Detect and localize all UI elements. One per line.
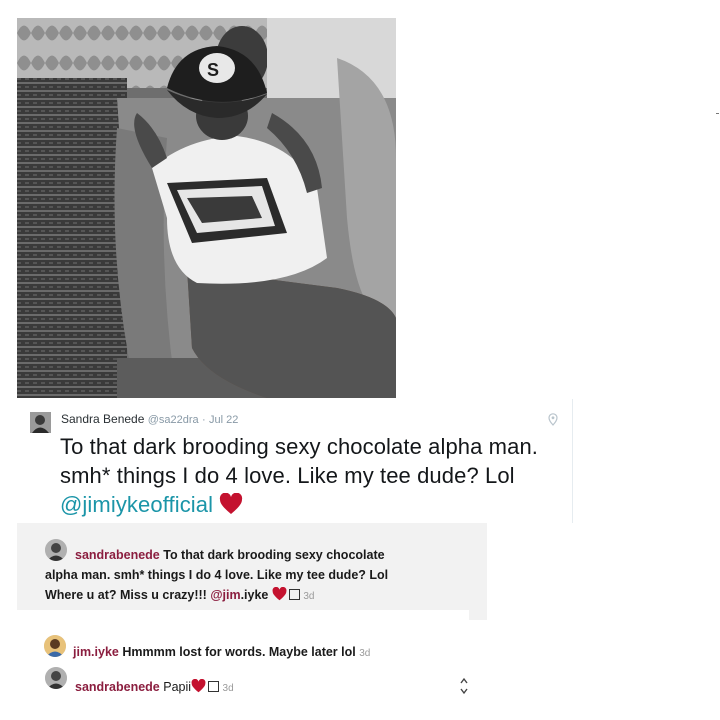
tweet-text-body: To that dark brooding sexy chocolate alp… <box>60 434 538 488</box>
comment-mention-suffix: .iyke <box>240 588 269 602</box>
comment-text: Papii <box>159 680 192 694</box>
avatar[interactable] <box>30 412 51 433</box>
tweet-mention-link[interactable]: @jimiykeofficial <box>60 492 213 517</box>
comment-username[interactable]: sandrabenede <box>75 548 160 562</box>
comment-username[interactable]: jim.iyke <box>73 645 119 659</box>
comment-item: jim.iyke Hmmmm lost for words. Maybe lat… <box>73 642 473 664</box>
comment-item: sandrabenede Papii 3d <box>75 677 455 699</box>
stray-mark <box>716 113 719 114</box>
comment-text: Where u at? Miss u crazy!!! <box>45 588 211 602</box>
heart-icon <box>272 586 287 607</box>
tweet-separator: · <box>202 414 206 426</box>
more-options-icon[interactable] <box>460 673 468 699</box>
tweet-card: Sandra Benede @sa22dra · Jul 22 To that … <box>17 399 573 523</box>
comment-text: Hmmmm lost for words. Maybe later lol <box>118 645 356 659</box>
tweet-header: Sandra Benede @sa22dra · Jul 22 <box>61 412 238 426</box>
tweet-author-handle[interactable]: @sa22dra <box>148 414 199 426</box>
post-photo: S <box>17 18 396 398</box>
svg-text:S: S <box>207 60 219 80</box>
heart-icon <box>191 678 206 699</box>
missing-glyph-icon <box>288 589 300 600</box>
tweet-text: To that dark brooding sexy chocolate alp… <box>60 432 560 522</box>
avatar[interactable] <box>45 667 67 689</box>
comment-text-line: alpha man. smh* things I do 4 love. Like… <box>45 568 389 582</box>
avatar[interactable] <box>44 635 66 657</box>
comment-time: 3d <box>359 648 371 659</box>
comment-text-line: Where u at? Miss u crazy!!! @jim.iyke 3d <box>45 585 475 607</box>
missing-glyph-icon <box>208 681 220 692</box>
avatar[interactable] <box>45 539 67 561</box>
heart-icon <box>219 492 243 522</box>
tweet-date[interactable]: Jul 22 <box>209 414 238 426</box>
photo-image: S <box>17 18 396 398</box>
comment-time: 3d <box>222 683 234 694</box>
location-pin-icon[interactable] <box>548 413 558 431</box>
comment-item: sandrabenede To that dark brooding sexy … <box>75 545 475 565</box>
tweet-author-name[interactable]: Sandra Benede <box>61 412 144 426</box>
comment-username[interactable]: sandrabenede <box>75 680 160 694</box>
comment-mention-link[interactable]: @jim <box>210 588 240 602</box>
comment-time: 3d <box>303 591 315 602</box>
comment-text: To that dark brooding sexy chocolate <box>159 548 385 562</box>
